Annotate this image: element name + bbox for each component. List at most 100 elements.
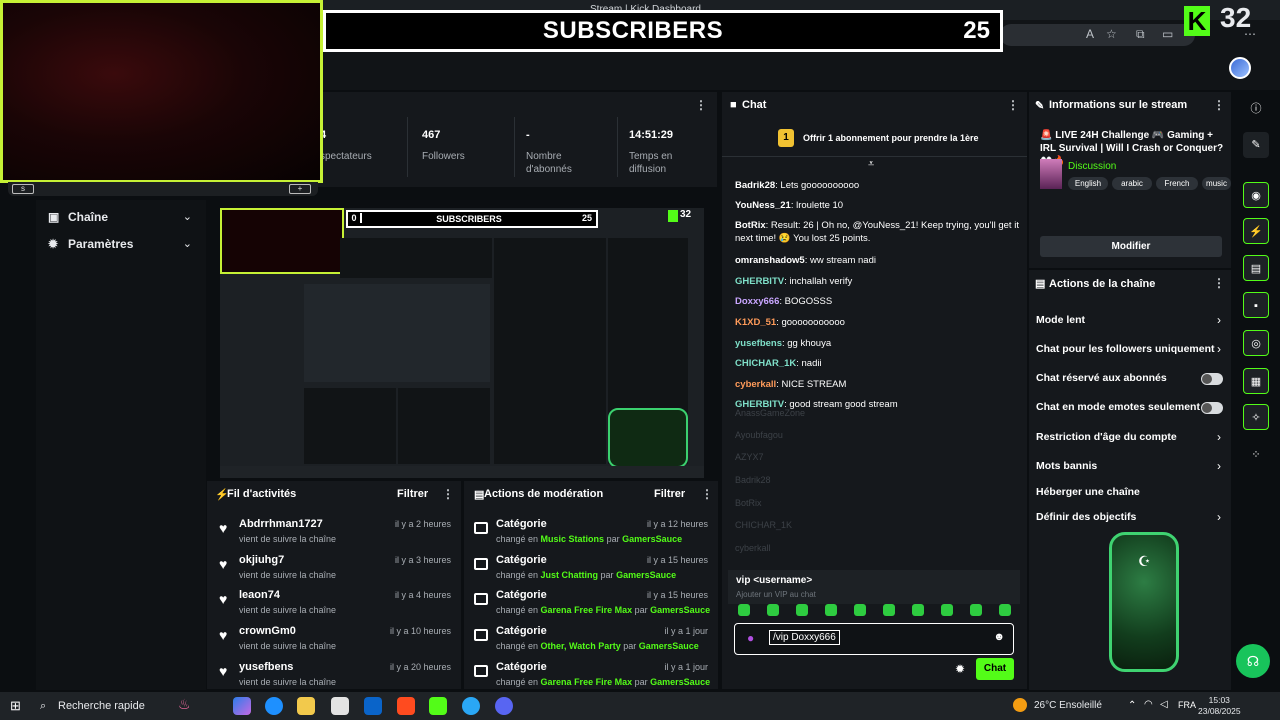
support-headset-icon[interactable]: ☊	[1236, 644, 1270, 678]
store-icon[interactable]	[331, 697, 349, 715]
gift-sub-prompt[interactable]: Offrir 1 abonnement pour prendre la 1ère	[803, 133, 979, 143]
edit-stream-button[interactable]: Modifier	[1040, 236, 1222, 257]
more-options-icon[interactable]: ⋮	[1007, 98, 1019, 112]
edit-pencil-icon[interactable]: ✎	[1243, 132, 1269, 158]
activity-item[interactable]: ♥ crownGm0 vient de suivre la chaîne il y a…	[207, 624, 461, 658]
read-aloud-icon[interactable]: A	[1086, 27, 1094, 41]
weather-text[interactable]: 26°C Ensoleillé	[1034, 700, 1102, 711]
split-screen-icon[interactable]: ▭	[1162, 27, 1173, 41]
favorite-star-icon[interactable]: ☆	[1106, 27, 1117, 41]
stream-preview[interactable]: 0 SUBSCRIBERS 25 32	[220, 208, 704, 478]
wrench-icon[interactable]: ✧	[1243, 404, 1269, 430]
channel-action-row[interactable]: Héberger une chaîne	[1029, 485, 1231, 501]
emote-icon[interactable]	[767, 604, 779, 616]
moderation-user[interactable]: GamersSauce	[639, 641, 699, 651]
kick-app-icon[interactable]	[429, 697, 447, 715]
moderation-user[interactable]: GamersSauce	[616, 570, 676, 580]
language-indicator[interactable]: FRA	[1178, 700, 1196, 710]
tray-chevron-icon[interactable]: ⌃	[1128, 700, 1136, 711]
moderation-user[interactable]: GamersSauce	[650, 677, 710, 687]
moderation-category[interactable]: Music Stations	[541, 534, 605, 544]
more-options-icon[interactable]: ⋮	[1213, 276, 1225, 290]
channel-action-row[interactable]: Chat pour les followers uniquement ›	[1029, 342, 1231, 358]
windows-start-icon[interactable]: ⊞	[10, 698, 21, 714]
file-explorer-icon[interactable]	[297, 697, 315, 715]
activity-username[interactable]: yusefbens	[239, 661, 293, 673]
chat-icon[interactable]: ▪	[1243, 292, 1269, 318]
discord-icon[interactable]	[495, 697, 513, 715]
more-options-icon[interactable]: ⋮	[1213, 98, 1225, 112]
volume-icon[interactable]: ◁	[1160, 699, 1168, 710]
tag-music[interactable]: music	[1202, 177, 1231, 190]
settings-gear-icon[interactable]: ✹	[955, 662, 965, 676]
sidebar-item-chaine[interactable]: ▣ Chaîne ⌄	[36, 208, 206, 228]
activity-username[interactable]: okjiuhg7	[239, 554, 284, 566]
moderation-item[interactable]: Catégorie changé en Other, Watch Party pa…	[464, 624, 718, 658]
emote-icon[interactable]	[796, 604, 808, 616]
channel-action-row[interactable]: Mode lent ›	[1029, 313, 1231, 329]
activity-filter-button[interactable]: Filtrer	[397, 488, 428, 500]
more-options-icon[interactable]: ⋮	[701, 487, 713, 501]
emote-icon[interactable]	[883, 604, 895, 616]
activity-username[interactable]: Abdrrhman1727	[239, 518, 323, 530]
autocomplete-user[interactable]: Badrik28	[735, 475, 771, 485]
chat-username[interactable]: yusefbens	[735, 338, 782, 349]
moderation-item[interactable]: Catégorie changé en Just Chatting par Gam…	[464, 553, 718, 587]
chat-input[interactable]: ● /vip Doxxy666 ☻	[734, 623, 1014, 655]
chat-username[interactable]: CHICHAR_1K	[735, 358, 796, 369]
extensions-icon[interactable]: ⧉	[1136, 27, 1145, 42]
moderation-user[interactable]: GamersSauce	[650, 605, 710, 615]
emote-icon[interactable]	[912, 604, 924, 616]
moderation-category[interactable]: Other, Watch Party	[541, 641, 621, 651]
moderation-category[interactable]: Garena Free Fire Max	[541, 677, 633, 687]
broadcast-icon[interactable]: ◎	[1243, 330, 1269, 356]
channel-action-row[interactable]: Restriction d'âge du compte ›	[1029, 430, 1231, 446]
chat-username[interactable]: GHERBITV	[735, 276, 784, 287]
browser-app-icon[interactable]	[462, 697, 480, 715]
chat-username[interactable]: omranshadow5	[735, 255, 805, 266]
toggle-switch[interactable]	[1201, 373, 1223, 385]
moderation-user[interactable]: GamersSauce	[622, 534, 682, 544]
moderation-filter-button[interactable]: Filtrer	[654, 488, 685, 500]
chat-username[interactable]: YouNess_21	[735, 200, 791, 211]
activity-item[interactable]: ♥ Abdrrhman1727 vient de suivre la chaîne i…	[207, 517, 461, 551]
more-options-icon[interactable]: ⋮	[442, 487, 454, 501]
microphone-icon[interactable]: ●	[747, 631, 754, 645]
layout-icon[interactable]: ▦	[1243, 368, 1269, 394]
emote-icon[interactable]	[825, 604, 837, 616]
activity-item[interactable]: ♥ yusefbens vient de suivre la chaîne il y …	[207, 660, 461, 694]
bolt-icon[interactable]: ⚡	[1243, 218, 1269, 244]
brave-icon[interactable]	[397, 697, 415, 715]
chat-username[interactable]: K1XD_51	[735, 317, 776, 328]
edge-icon[interactable]	[265, 697, 283, 715]
document-icon[interactable]: ▤	[1243, 255, 1269, 281]
taskbar-search[interactable]: ⌕ Recherche rapide	[36, 695, 171, 717]
tag-english[interactable]: English	[1068, 177, 1108, 190]
wifi-icon[interactable]: ◠	[1144, 699, 1153, 710]
autocomplete-user[interactable]: AZYX7	[735, 452, 764, 462]
taskbar-clock[interactable]: 15:03 23/08/2025	[1198, 695, 1241, 717]
channel-action-row[interactable]: Mots bannis ›	[1029, 459, 1231, 475]
chat-username[interactable]: BotRix	[735, 220, 766, 231]
autocomplete-user[interactable]: cyberkall	[735, 543, 771, 553]
moderation-item[interactable]: Catégorie changé en Garena Free Fire Max …	[464, 588, 718, 622]
channel-action-row[interactable]: Définir des objectifs ›	[1029, 510, 1231, 526]
emote-icon[interactable]	[738, 604, 750, 616]
outlook-icon[interactable]	[364, 697, 382, 715]
send-chat-button[interactable]: Chat	[976, 658, 1014, 680]
chat-username[interactable]: Badrik28	[735, 180, 775, 191]
apps-icon[interactable]: ⁘	[1243, 442, 1269, 468]
channel-action-row[interactable]: Chat en mode emotes seulement	[1029, 400, 1231, 416]
autocomplete-user[interactable]: BotRix	[735, 498, 762, 508]
info-icon[interactable]: ⓘ	[1243, 96, 1269, 122]
autocomplete-user[interactable]: Ayoubfagou	[735, 430, 783, 440]
activity-username[interactable]: crownGm0	[239, 625, 296, 637]
channel-action-row[interactable]: Chat réservé aux abonnés	[1029, 371, 1231, 387]
moderation-item[interactable]: Catégorie changé en Garena Free Fire Max …	[464, 660, 718, 694]
activity-username[interactable]: leaon74	[239, 589, 280, 601]
autocomplete-user[interactable]: AnassGameZone	[735, 408, 805, 418]
activity-item[interactable]: ♥ leaon74 vient de suivre la chaîne il y a …	[207, 588, 461, 622]
tag-arabic[interactable]: arabic	[1112, 177, 1152, 190]
pin-collapse-icon[interactable]: ⩡	[868, 158, 874, 171]
moderation-category[interactable]: Garena Free Fire Max	[541, 605, 633, 615]
